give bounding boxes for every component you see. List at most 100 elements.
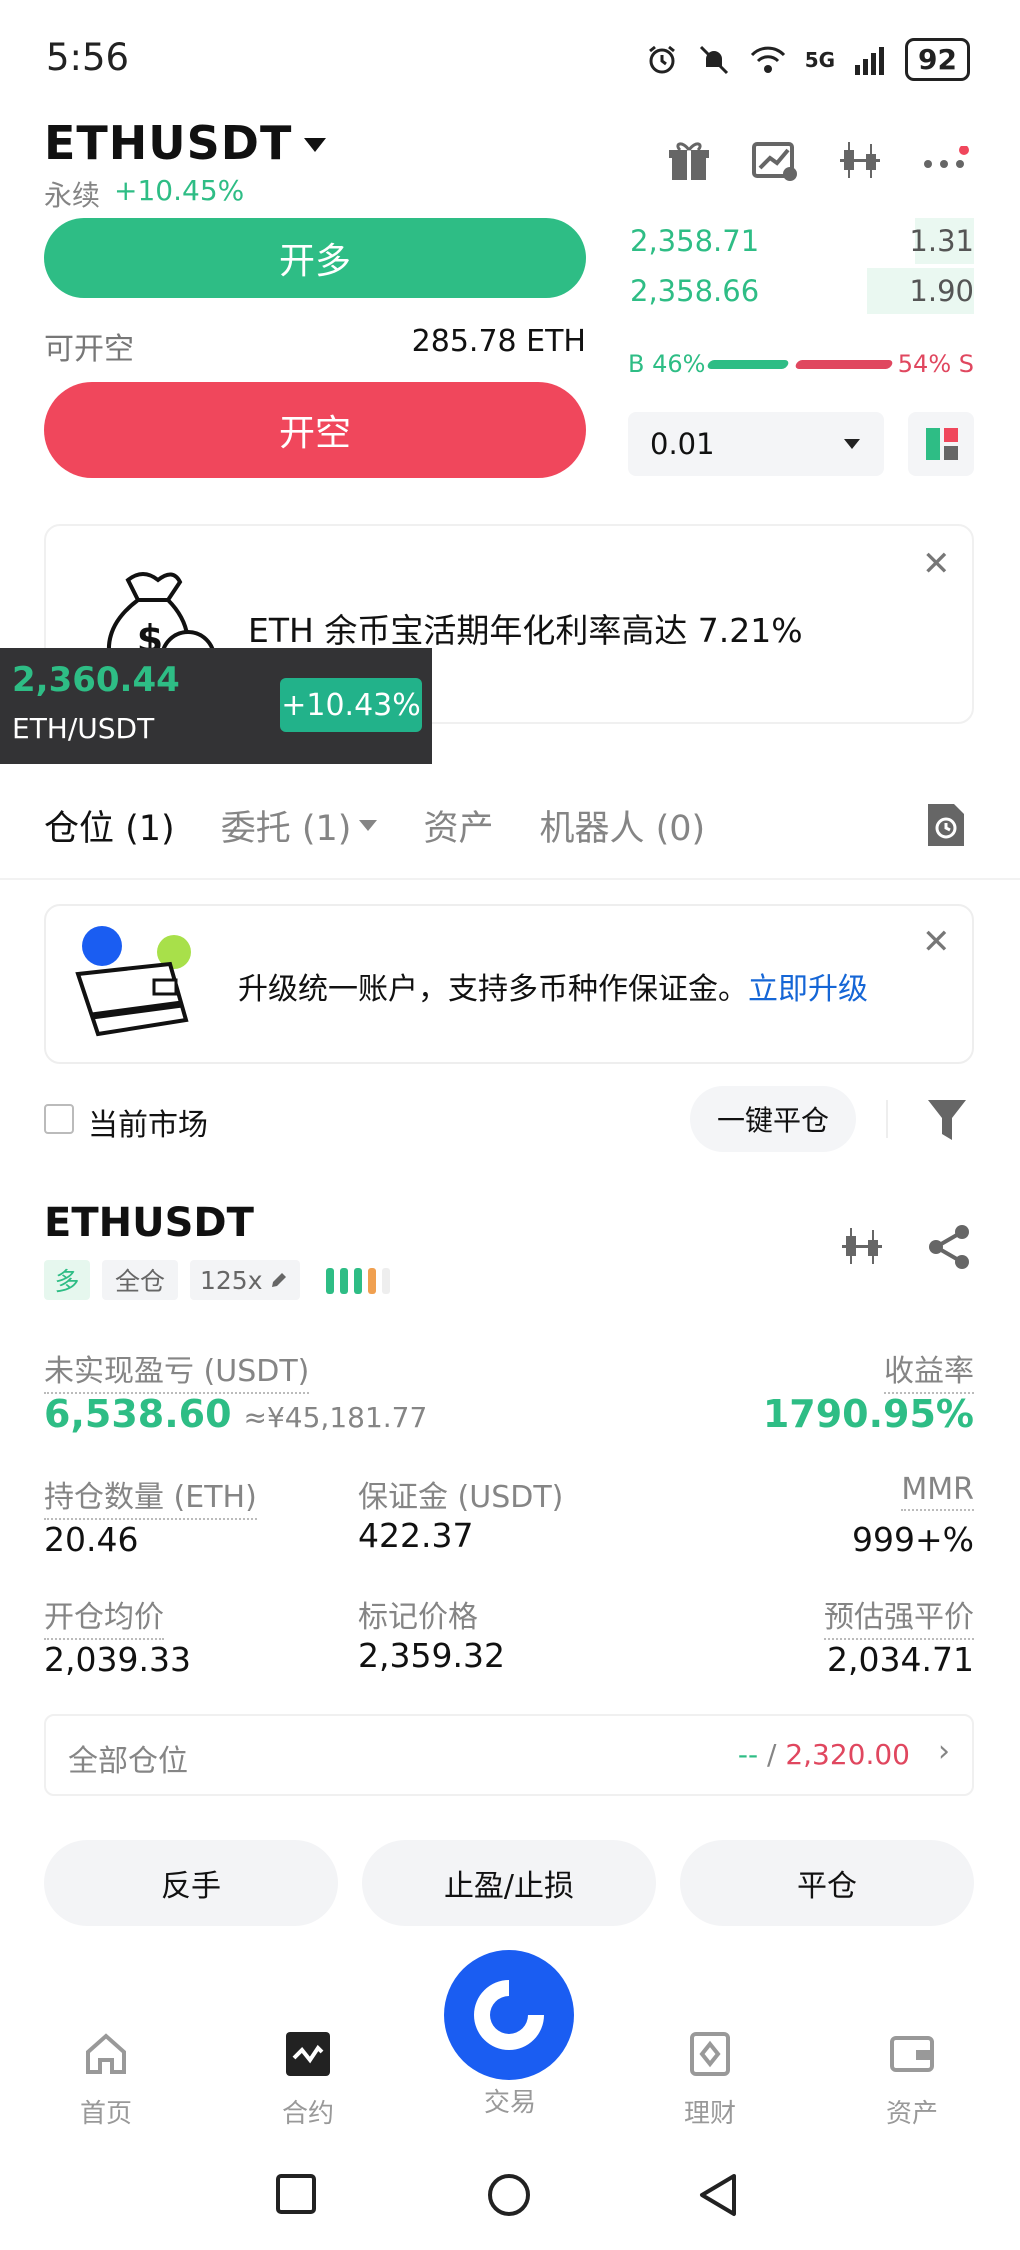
nav-futures[interactable]: 合约 [238,2030,378,2130]
tab-label: 资产 [423,809,494,849]
nav-trade-label: 交易 [483,2088,536,2118]
open-long-button[interactable]: 开多 [44,218,586,298]
take-profit-value: -- [737,1738,759,1771]
mark-price-label: 标记价格 [358,1600,478,1635]
wallet-icon [890,2036,934,2072]
history-document-icon[interactable] [926,802,966,848]
candlestick-icon[interactable] [838,1222,888,1272]
recent-apps-icon[interactable] [274,2172,318,2216]
divider [886,1100,888,1138]
candlestick-icon[interactable] [836,136,886,186]
back-icon[interactable] [696,2172,740,2218]
orderbook-layout-button[interactable] [908,412,974,476]
nav-assets[interactable]: 资产 [842,2030,982,2130]
sell-ratio: 54% S [897,350,974,378]
alarm-icon [648,45,675,73]
upgrade-link[interactable]: 立即升级 [748,972,868,1007]
nav-home[interactable]: 首页 [36,2030,176,2130]
gift-icon[interactable] [664,136,714,186]
quantity-select-value: 0.01 [650,427,715,461]
nav-label: 合约 [281,2099,334,2129]
promo-text: ETH 余币宝活期年化利率高达 7.21% [248,611,803,650]
chevron-right-icon: › [938,1734,950,1769]
tab-label: 仓位 (1) [44,809,175,849]
status-time: 5:56 [46,36,130,79]
pair-title: ETHUSDT [44,116,293,170]
home-icon [86,2033,126,2074]
stop-loss-value: 2,320.00 [785,1738,910,1771]
mark-price-value: 2,359.32 [358,1636,505,1675]
tab-positions[interactable]: 仓位 (1) [44,800,175,851]
all-positions-tpsl-row[interactable]: 全部仓位 -- / 2,320.00 › [44,1714,974,1796]
caret-down-icon [304,138,327,152]
futures-icon [286,2032,330,2076]
orderbook-qty: 1.90 [909,274,974,308]
trade-logo-icon [474,1980,544,2050]
leverage-value: 125x [200,1265,263,1295]
current-market-label: 当前市场 [88,1108,208,1143]
liq-price-value: 2,034.71 [827,1640,974,1679]
close-all-button[interactable]: 一键平仓 [690,1086,856,1152]
sell-ratio-bar [794,360,894,369]
entry-price-value: 2,039.33 [44,1640,191,1679]
nav-earn[interactable]: 理财 [640,2030,780,2130]
reverse-button[interactable]: 反手 [44,1840,338,1926]
pair-selector[interactable]: ETHUSDT [44,116,327,170]
orderbook-qty: 1.31 [909,224,974,258]
unrealized-pnl-value: 6,538.60 [44,1392,232,1436]
caret-down-icon [359,820,378,831]
orderbook-row[interactable]: 2,358.71 1.31 [628,218,974,264]
wifi-icon [750,46,785,73]
close-icon[interactable]: ✕ [922,922,951,962]
home-button-icon[interactable] [486,2172,532,2218]
roe-value: 1790.95% [762,1392,974,1436]
roe-label[interactable]: 收益率 [884,1346,974,1394]
tab-assets[interactable]: 资产 [423,800,493,851]
available-value: 285.78 ETH [411,324,586,359]
chart-settings-icon[interactable] [750,136,800,186]
ticker-change-badge: +10.43% [280,678,422,732]
floating-ticker[interactable]: 2,360.44 ETH/USDT +10.43% [0,648,432,764]
close-position-button[interactable]: 平仓 [680,1840,974,1926]
position-size-label[interactable]: 持仓数量 (ETH) [44,1472,257,1520]
signal-icon [855,46,885,75]
unrealized-pnl-label[interactable]: 未实现盈亏 (USDT) [44,1346,310,1394]
tab-bots[interactable]: 机器人 (0) [539,800,705,851]
tpsl-separator: / [758,1738,786,1771]
all-positions-label: 全部仓位 [68,1744,188,1779]
side-tag: 多 [44,1260,90,1300]
orderbook-price: 2,358.71 [630,224,760,258]
entry-price-label[interactable]: 开仓均价 [44,1592,164,1640]
share-icon[interactable] [924,1222,974,1272]
nav-label: 资产 [885,2099,938,2129]
filter-icon[interactable] [926,1096,968,1142]
orderbook-row[interactable]: 2,358.66 1.90 [628,268,974,314]
buy-sell-ratio: B 46% 54% S [628,348,974,382]
tab-label: 机器人 (0) [539,809,706,849]
position-symbol[interactable]: ETHUSDT [44,1200,254,1246]
liq-price-label[interactable]: 预估强平价 [824,1592,974,1640]
current-market-checkbox[interactable] [44,1104,74,1134]
status-icons: 5G 92 [645,38,970,81]
quantity-select[interactable]: 0.01 [628,412,884,476]
unrealized-pnl-cny: ≈¥45,181.77 [243,1401,428,1434]
pair-subtitle: 永续 +10.45% [44,174,244,214]
nav-label: 首页 [79,2099,132,2129]
leverage-tag[interactable]: 125x [190,1260,300,1300]
mmr-label[interactable]: MMR [901,1472,974,1511]
margin-mode-tag: 全仓 [102,1260,178,1300]
more-menu-button[interactable] [922,145,972,176]
battery-indicator: 92 [905,38,970,81]
buy-ratio: B 46% [628,350,706,378]
mmr-value: 999+% [852,1520,974,1559]
open-short-button[interactable]: 开空 [44,382,586,478]
tpsl-button[interactable]: 止盈/止损 [362,1840,656,1926]
trade-fab-button[interactable] [444,1950,574,2080]
status-bar: 5:56 5G 92 [0,0,1020,118]
position-size-value: 20.46 [44,1520,139,1559]
buy-ratio-bar [706,360,790,369]
wallet-icon [75,926,191,1037]
close-icon[interactable]: ✕ [922,544,951,584]
tab-orders[interactable]: 委托 (1) [221,800,378,851]
position-tabs: 仓位 (1) 委托 (1) 资产 机器人 (0) [44,800,705,851]
